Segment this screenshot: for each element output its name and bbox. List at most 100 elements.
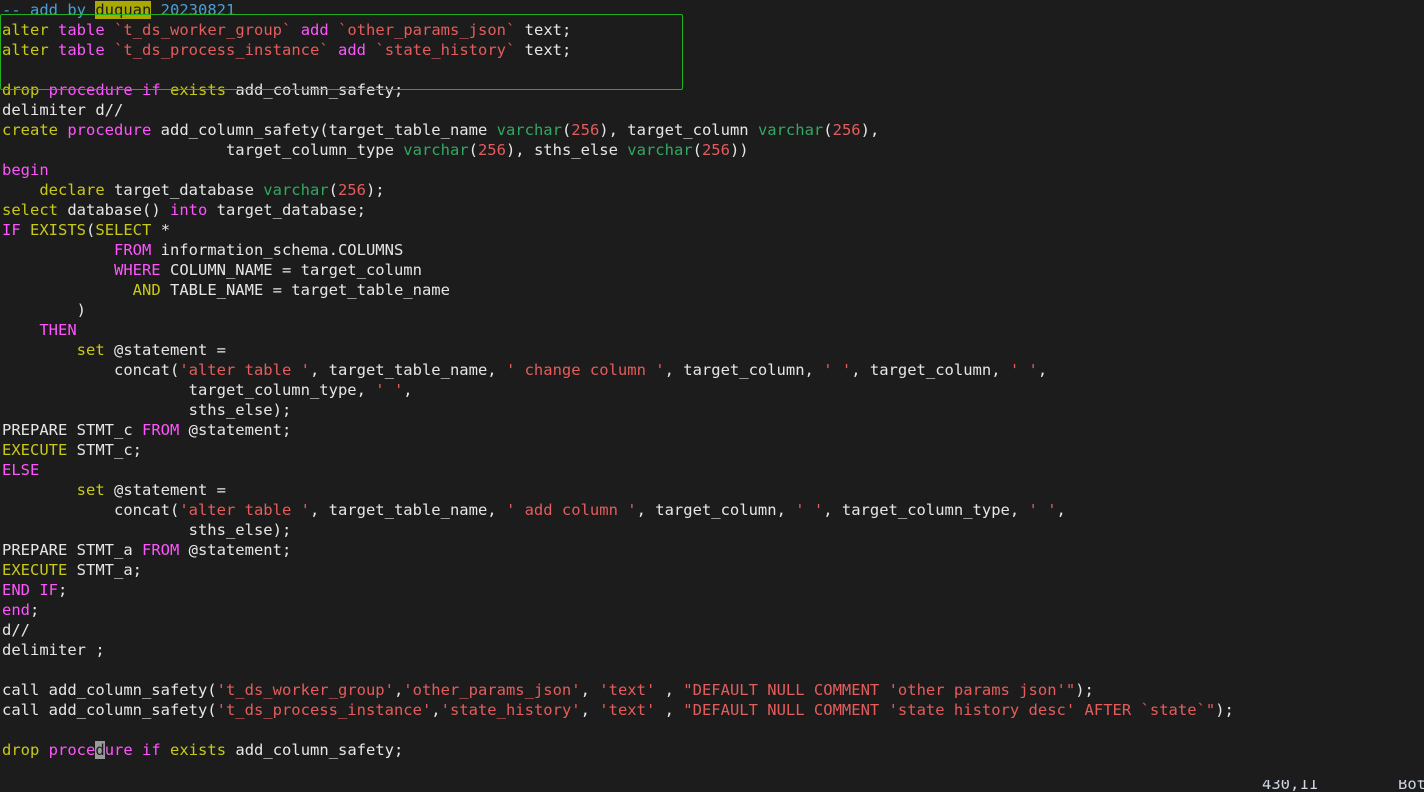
code-token: END IF (2, 581, 58, 599)
code-line[interactable]: declare target_database varchar(256); (0, 180, 1424, 200)
code-token: STMT_c; (67, 441, 142, 459)
code-token: add_column_safety; (226, 741, 404, 759)
code-line[interactable]: THEN (0, 320, 1424, 340)
code-line[interactable]: drop procedure if exists add_column_safe… (0, 740, 1424, 760)
code-token: drop (2, 81, 40, 99)
code-line[interactable]: begin (0, 160, 1424, 180)
code-token: concat( (2, 361, 180, 379)
code-token: , (403, 381, 413, 399)
code-token: target_column_type (2, 141, 404, 159)
code-line[interactable] (0, 660, 1424, 680)
code-token: information_schema.COLUMNS (151, 241, 404, 259)
code-token: text; (515, 21, 572, 39)
code-line[interactable]: PREPARE STMT_a FROM @statement; (0, 540, 1424, 560)
code-token: THEN (39, 321, 77, 339)
code-token: target_database (104, 181, 264, 199)
code-line[interactable] (0, 720, 1424, 740)
code-token: varchar (757, 121, 824, 139)
code-token: , target_table_name, (309, 361, 506, 379)
code-line[interactable]: WHERE COLUMN_NAME = target_column (0, 260, 1424, 280)
code-token: ; (30, 601, 40, 619)
code-token: PREPARE STMT_c (2, 421, 142, 439)
code-line[interactable]: call add_column_safety('t_ds_process_ins… (0, 700, 1424, 720)
code-line[interactable]: set @statement = (0, 480, 1424, 500)
code-line[interactable]: AND TABLE_NAME = target_table_name (0, 280, 1424, 300)
code-line[interactable]: sths_else); (0, 400, 1424, 420)
code-token: 20230821 (151, 1, 236, 19)
code-token: * (151, 221, 171, 239)
code-token: ; (58, 581, 68, 599)
code-token: , target_column, (851, 361, 1010, 379)
code-token: ) (2, 301, 86, 319)
code-token: 'text' (599, 681, 656, 699)
code-token: 'alter table ' (179, 361, 310, 379)
code-token: , (431, 701, 441, 719)
code-line[interactable]: end; (0, 600, 1424, 620)
code-line[interactable]: d// (0, 620, 1424, 640)
code-token: delimiter ; (2, 641, 105, 659)
code-token: add (300, 21, 329, 39)
code-line[interactable]: alter table `t_ds_worker_group` add `oth… (0, 20, 1424, 40)
code-token: 't_ds_process_instance' (216, 701, 432, 719)
scroll-location-indicator: Bot (1398, 780, 1424, 792)
code-token: database() (58, 201, 170, 219)
code-token: -- add by (2, 1, 96, 19)
code-token: table (58, 41, 105, 59)
code-line[interactable]: -- add by duquan 20230821 (0, 0, 1424, 20)
status-ruler: 430,11 Bot (0, 780, 1424, 792)
code-line[interactable]: create procedure add_column_safety(targe… (0, 120, 1424, 140)
code-line[interactable]: FROM information_schema.COLUMNS (0, 240, 1424, 260)
code-token: varchar (403, 141, 469, 159)
code-token: 'alter table ' (179, 501, 310, 519)
code-line[interactable] (0, 60, 1424, 80)
code-token: select (2, 201, 58, 219)
code-token: ); (1075, 681, 1094, 699)
code-line[interactable]: delimiter d// (0, 100, 1424, 120)
code-token: , (393, 681, 404, 699)
code-token: , (580, 681, 600, 699)
code-line[interactable]: delimiter ; (0, 640, 1424, 660)
code-line[interactable]: PREPARE STMT_c FROM @statement; (0, 420, 1424, 440)
code-token: @statement; (179, 421, 292, 439)
code-line[interactable]: IF EXISTS(SELECT * (0, 220, 1424, 240)
code-token: ' ' (375, 381, 404, 399)
code-token: add_column_safety; (226, 81, 404, 99)
code-token: varchar (496, 121, 562, 139)
code-token: , (580, 701, 600, 719)
code-token: ( (468, 141, 478, 159)
code-line[interactable]: select database() into target_database; (0, 200, 1424, 220)
code-token: , target_table_name, (309, 501, 506, 519)
code-line[interactable]: ELSE (0, 460, 1424, 480)
code-line[interactable]: target_column_type, ' ', (0, 380, 1424, 400)
code-line[interactable]: call add_column_safety('t_ds_worker_grou… (0, 680, 1424, 700)
code-editor-viewport[interactable]: alter table `t_ds_process_instance` add … (0, 0, 1424, 792)
code-line[interactable]: drop procedure if exists add_column_safe… (0, 80, 1424, 100)
code-line[interactable]: ) (0, 300, 1424, 320)
code-token: ( (328, 181, 338, 199)
code-token: begin (2, 161, 49, 179)
code-token: AND (132, 281, 161, 299)
code-line[interactable]: sths_else); (0, 520, 1424, 540)
code-line[interactable]: EXECUTE STMT_c; (0, 440, 1424, 460)
code-token: @statement = (104, 481, 226, 499)
code-line[interactable]: target_column_type varchar(256), sths_el… (0, 140, 1424, 160)
code-token: if (142, 81, 161, 99)
code-token: ' ' (823, 361, 852, 379)
code-line[interactable]: set @statement = (0, 340, 1424, 360)
code-line[interactable]: concat('alter table ', target_table_name… (0, 500, 1424, 520)
code-line[interactable]: END IF; (0, 580, 1424, 600)
code-token: 256 (337, 181, 366, 199)
code-token: ( (561, 121, 572, 139)
code-line[interactable]: alter table `t_ds_process_instance` add … (0, 40, 1424, 60)
code-line[interactable]: concat('alter table ', target_table_name… (0, 360, 1424, 380)
code-token: TABLE_NAME = target_table_name (160, 281, 450, 299)
code-line[interactable]: EXECUTE STMT_a; (0, 560, 1424, 580)
code-lines-container[interactable]: -- add by duquan 20230821 alter table `t_… (0, 0, 1424, 760)
code-token: `t_ds_worker_group` (114, 21, 292, 39)
